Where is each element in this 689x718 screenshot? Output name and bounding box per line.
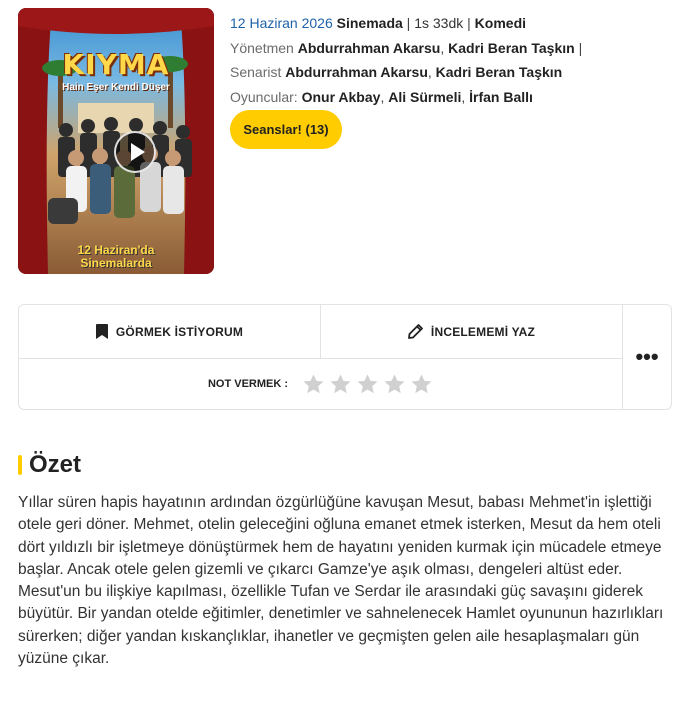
- cast-row: Oyuncular: Onur Akbay, Ali Sürmeli, İrfa…: [230, 88, 533, 105]
- release-date[interactable]: 12 Haziran 2026: [230, 15, 333, 31]
- rating-stars[interactable]: [302, 373, 433, 396]
- play-trailer-icon[interactable]: [114, 131, 156, 173]
- directors-label: Yönetmen: [230, 39, 294, 56]
- genre-link[interactable]: Komedi: [475, 15, 526, 31]
- bookmark-icon: [95, 324, 108, 339]
- director-link[interactable]: Abdurrahman Akarsu: [298, 40, 441, 56]
- cast-link[interactable]: Onur Akbay: [302, 89, 381, 105]
- poster-date-line2: Sinemalarda: [80, 256, 152, 270]
- writer-link[interactable]: Kadri Beran Taşkın: [436, 64, 563, 80]
- sessions-button[interactable]: Seanslar! (13): [230, 110, 342, 149]
- star-icon[interactable]: [356, 373, 379, 396]
- movie-poster[interactable]: KIYMA Hain Eşer Kendi Düşer 12 Haziran'd…: [18, 8, 214, 274]
- summary-title: Özet: [29, 451, 82, 478]
- writers-row: Senarist Abdurrahman Akarsu, Kadri Beran…: [230, 64, 563, 80]
- writer-link[interactable]: Abdurrahman Akarsu: [285, 64, 428, 80]
- status: Sinemada: [336, 15, 403, 31]
- summary-heading: Özet: [18, 451, 81, 479]
- write-review-button[interactable]: İNCELEMEMİ YAZ: [320, 305, 622, 358]
- accent-bar: [18, 455, 22, 475]
- director-link[interactable]: Kadri Beran Taşkın: [448, 40, 575, 56]
- user-actions-panel: GÖRMEK İSTİYORUM İNCELEMEMİ YAZ NOT VERM…: [18, 304, 672, 410]
- release-row: 12 Haziran 2026 Sinemada | 1s 33dk | Kom…: [230, 15, 527, 31]
- cast-link[interactable]: İrfan Ballı: [469, 89, 533, 105]
- poster-title: KIYMA: [62, 48, 170, 81]
- write-review-label: İNCELEMEMİ YAZ: [430, 324, 536, 339]
- more-options-button[interactable]: •••: [623, 305, 671, 409]
- movie-meta: 12 Haziran 2026 Sinemada | 1s 33dk | Kom…: [230, 11, 670, 109]
- summary-text: Yıllar süren hapis hayatının ardından öz…: [18, 494, 664, 668]
- want-to-watch-button[interactable]: GÖRMEK İSTİYORUM: [19, 305, 320, 358]
- poster-tagline: Hain Eşer Kendi Düşer: [62, 82, 170, 93]
- want-to-watch-label: GÖRMEK İSTİYORUM: [115, 324, 244, 339]
- duration: 1s 33dk: [414, 15, 464, 31]
- writers-label: Senarist: [230, 64, 282, 80]
- rating-label: NOT VERMEK :: [207, 378, 289, 390]
- star-icon[interactable]: [302, 373, 325, 396]
- cast-link[interactable]: Ali Sürmeli: [388, 89, 461, 105]
- directors-row: Yönetmen Abdurrahman Akarsu, Kadri Beran…: [230, 39, 583, 56]
- poster-release-text: 12 Haziran'da Sinemalarda: [18, 244, 214, 270]
- star-icon[interactable]: [383, 373, 406, 396]
- cast-label: Oyuncular:: [230, 88, 298, 105]
- star-icon[interactable]: [410, 373, 433, 396]
- rating-row: NOT VERMEK :: [19, 359, 622, 409]
- star-icon[interactable]: [329, 373, 352, 396]
- pencil-icon: [408, 324, 423, 339]
